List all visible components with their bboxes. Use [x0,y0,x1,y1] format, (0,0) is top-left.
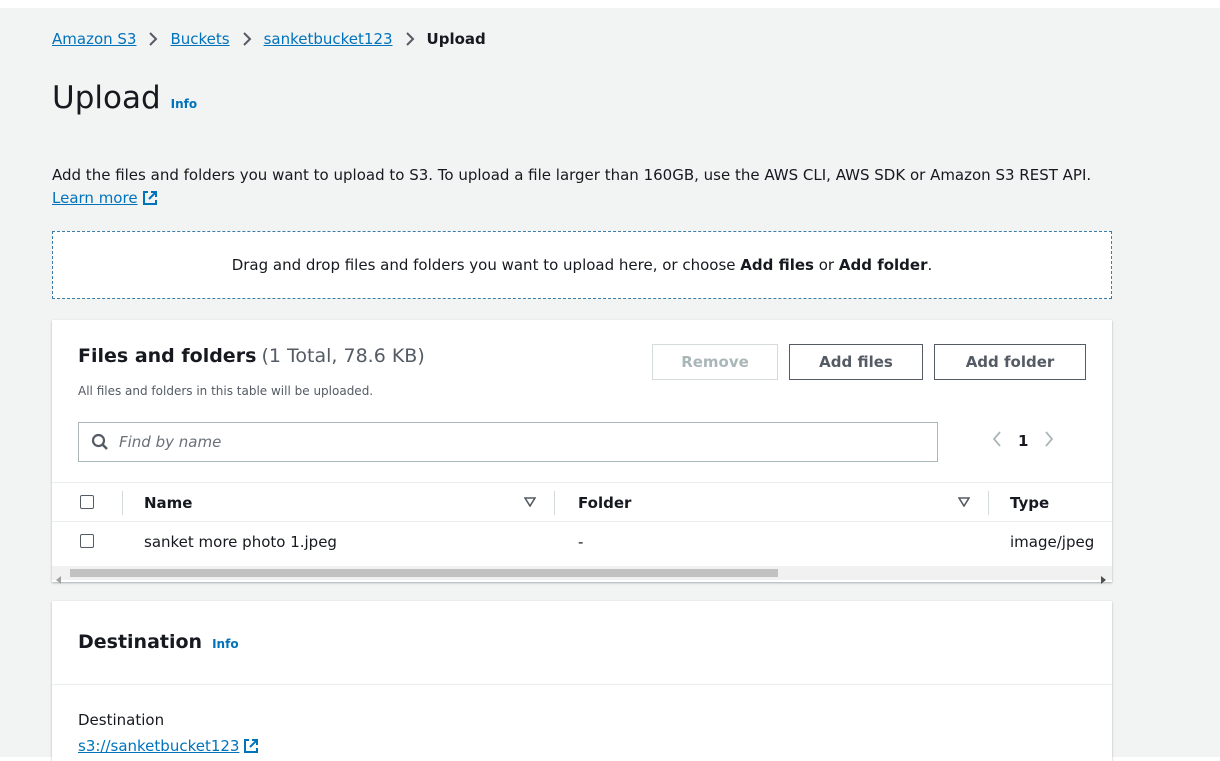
search-field [78,422,938,462]
destination-link[interactable]: s3://sanketbucket123 [78,737,259,758]
scrollbar-thumb[interactable] [70,569,778,577]
add-files-button[interactable]: Add files [789,344,923,380]
chevron-right-icon [242,32,252,46]
page: Amazon S3 Buckets sanketbucket123 Upload… [0,8,1220,761]
drop-zone[interactable]: Drag and drop files and folders you want… [52,231,1112,299]
files-count: (1 Total, 78.6 KB) [261,345,425,367]
destination-label: Destination [78,711,165,729]
column-header-type[interactable]: Type [1010,494,1049,512]
drop-zone-suffix: . [927,256,933,274]
breadcrumb: Amazon S3 Buckets sanketbucket123 Upload [52,30,486,48]
table-header: Name Folder Type [52,482,1112,522]
info-link[interactable]: Info [171,97,197,111]
description-text: Add the files and folders you want to up… [52,166,1092,184]
row-checkbox[interactable] [80,534,94,548]
row-folder: - [578,533,584,551]
pagination: 1 [992,430,1054,452]
drop-zone-prefix: Drag and drop files and folders you want… [231,256,736,274]
learn-more-link[interactable]: Learn more [52,189,158,207]
drop-zone-add-folder: Add folder [838,256,928,274]
page-number[interactable]: 1 [1018,432,1028,450]
breadcrumb-current: Upload [426,30,486,48]
search-icon [91,433,109,451]
page-title: Upload [52,80,161,116]
column-divider [122,491,123,515]
select-all-checkbox[interactable] [80,495,94,509]
destination-title-row: Destination Info [78,631,239,653]
scroll-left-icon[interactable] [56,569,62,588]
external-link-icon [142,190,158,213]
sort-down-icon[interactable] [958,497,970,507]
destination-link-text[interactable]: s3://sanketbucket123 [78,737,239,755]
previous-page-icon[interactable] [992,430,1002,452]
files-subtitle: All files and folders in this table will… [78,384,374,398]
chevron-right-icon [405,32,415,46]
page-header: Upload Info [52,80,197,116]
destination-panel: Destination Info Destination s3://sanket… [52,601,1112,761]
row-type: image/jpeg [1010,533,1095,551]
page-description: Add the files and folders you want to up… [52,164,1132,213]
horizontal-scrollbar[interactable] [52,566,1112,584]
breadcrumb-bucket[interactable]: sanketbucket123 [264,30,393,48]
column-header-folder[interactable]: Folder [578,494,631,512]
row-name: sanket more photo 1.jpeg [144,533,337,551]
learn-more-label: Learn more [52,189,138,207]
drop-zone-add-files: Add files [740,256,814,274]
breadcrumb-amazon-s3[interactable]: Amazon S3 [52,30,136,48]
search-input[interactable] [117,432,901,452]
destination-info-link[interactable]: Info [212,637,238,651]
files-title: Files and folders [78,345,257,367]
files-and-folders-panel: Files and folders (1 Total, 78.6 KB) All… [52,320,1112,584]
scroll-right-icon[interactable] [1100,569,1106,588]
drop-zone-or: or [818,256,835,274]
breadcrumb-buckets[interactable]: Buckets [170,30,229,48]
add-folder-button[interactable]: Add folder [934,344,1086,380]
sort-down-icon[interactable] [524,497,536,507]
files-header: Files and folders (1 Total, 78.6 KB) [78,345,425,367]
column-divider[interactable] [554,491,555,515]
drop-zone-text: Drag and drop files and folders you want… [232,256,933,274]
destination-title: Destination [78,631,203,653]
column-divider[interactable] [988,491,989,515]
column-header-name[interactable]: Name [144,494,192,512]
chevron-right-icon [148,32,158,46]
table-row: sanket more photo 1.jpeg - image/jpeg [52,522,1112,562]
destination-header: Destination Info [52,601,1112,685]
next-page-icon[interactable] [1044,430,1054,452]
external-link-icon [243,738,259,758]
remove-button[interactable]: Remove [652,344,778,380]
